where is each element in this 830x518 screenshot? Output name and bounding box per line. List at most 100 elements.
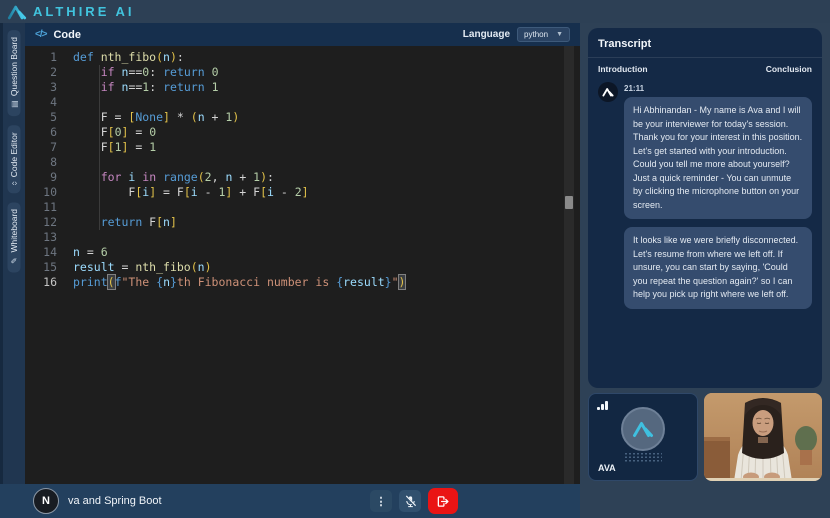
althire-mark-icon (633, 422, 653, 437)
bottom-control-bar: N va and Spring Boot ⋮ (0, 484, 580, 518)
line-number: 4 (50, 95, 57, 109)
ava-tile-label: AVA (598, 463, 616, 473)
editor-scrollbar-thumb[interactable] (565, 196, 573, 209)
code-line[interactable]: 9 for i in range(2, n + 1): (25, 170, 580, 185)
ava-avatar-circle (621, 407, 665, 451)
transcript-message: Hi Abhinandan - My name is Ava and I wil… (624, 97, 812, 219)
code-editor-icon: ‹› (11, 178, 17, 188)
code-line[interactable]: 10 F[i] = F[i - 1] + F[i - 2] (25, 185, 580, 200)
code-line[interactable]: 16 print(f"The {n}th Fibonacci number is … (25, 275, 580, 290)
transcript-card: Transcript Introduction Conclusion 21:11 (588, 28, 822, 388)
code-editor[interactable]: 1 def nth_fibo(n): 2 if n==0: return 03 if… (25, 46, 580, 484)
leave-session-button[interactable] (428, 488, 458, 514)
language-select[interactable]: python ▼ (517, 27, 570, 42)
code-line[interactable]: 2 if n==0: return 0 (25, 65, 580, 80)
code-text: F[i] = F[i - 1] + F[i - 2] (73, 185, 309, 199)
video-tiles-row: AVA (588, 393, 822, 481)
code-panel: </> Code Language python ▼ 1 def nth_fib… (25, 23, 580, 484)
session-title: va and Spring Boot (68, 495, 162, 507)
althire-mark-icon (602, 88, 614, 97)
indent-guide (99, 65, 100, 230)
editor-scrollbar[interactable] (564, 46, 574, 484)
leave-icon (437, 495, 449, 507)
code-line[interactable]: 15 result = nth_fibo(n) (25, 260, 580, 275)
right-panel: Transcript Introduction Conclusion 21:11 (580, 23, 830, 518)
line-number: 16 (43, 275, 57, 289)
code-panel-title: </> Code (35, 29, 81, 41)
sidebar-item-code-editor[interactable]: ‹› Code Editor (7, 125, 21, 194)
code-line[interactable]: 14 n = 6 (25, 245, 580, 260)
code-line[interactable]: 8 (25, 155, 580, 170)
code-line[interactable]: 13 (25, 230, 580, 245)
sidebar-item-label: Whiteboard (8, 209, 19, 253)
code-line[interactable]: 6 F[0] = 0 (25, 125, 580, 140)
line-number: 9 (50, 170, 57, 184)
message-group: 21:11 Hi Abhinandan - My name is Ava and… (598, 82, 812, 309)
code-line[interactable]: 12 return F[n] (25, 215, 580, 230)
line-number: 10 (43, 185, 57, 199)
code-text: if n==0: return 0 (100, 65, 219, 79)
code-text: F[0] = 0 (73, 125, 157, 139)
app-window: ALTHIRE AI ▤ Question Board ‹› Code Edit… (0, 0, 830, 518)
language-label: Language (462, 29, 511, 40)
left-tab-rail: ▤ Question Board ‹› Code Editor ✎ Whiteb… (0, 23, 25, 484)
line-number: 13 (43, 230, 57, 244)
code-line[interactable]: 4 (25, 95, 580, 110)
code-text: def nth_fibo(n): (73, 50, 184, 64)
brand: ALTHIRE AI (7, 4, 135, 20)
code-text: print(f"The {n}th Fibonacci number is {r… (73, 275, 406, 289)
code-text: F[1] = 1 (73, 140, 157, 154)
user-avatar: N (33, 488, 59, 514)
sidebar-item-whiteboard[interactable]: ✎ Whiteboard (7, 202, 21, 273)
sidebar-item-question-board[interactable]: ▤ Question Board (7, 30, 21, 117)
line-number: 11 (43, 200, 57, 214)
sidebar-item-label: Code Editor (8, 132, 19, 177)
code-text: F = [None] * (n + 1) (73, 110, 240, 124)
line-number: 8 (50, 155, 57, 169)
webcam-video-tile[interactable] (704, 393, 822, 481)
ava-video-tile[interactable]: AVA (588, 393, 698, 481)
chevron-down-icon: ▼ (556, 31, 563, 38)
code-line[interactable]: 11 (25, 200, 580, 215)
code-text: return F[n] (100, 215, 177, 229)
code-panel-title-label: Code (53, 28, 81, 41)
stage-introduction: Introduction (598, 64, 648, 74)
stage-conclusion: Conclusion (765, 64, 812, 74)
transcript-title: Transcript (598, 38, 652, 50)
code-line[interactable]: 5 F = [None] * (n + 1) (25, 110, 580, 125)
brand-name: ALTHIRE AI (33, 4, 135, 19)
transcript-message: It looks like we were briefly disconnect… (624, 227, 812, 309)
code-text: if n==1: return 1 (100, 80, 219, 94)
language-select-value: python (524, 30, 549, 39)
line-number: 2 (50, 65, 57, 79)
sidebar-item-label: Question Board (8, 37, 19, 97)
code-line[interactable]: 1 def nth_fibo(n): (25, 50, 580, 65)
audio-dots-decoration (624, 452, 662, 463)
webcam-feed-image (704, 393, 822, 481)
message-timestamp: 21:11 (624, 84, 645, 93)
more-options-button[interactable]: ⋮ (370, 490, 392, 512)
code-text: for i in range(2, n + 1): (100, 170, 274, 184)
board-icon: ▤ (9, 99, 19, 109)
signal-bars-icon (597, 401, 608, 410)
line-number: 5 (50, 110, 57, 124)
stage-row: Introduction Conclusion (598, 58, 812, 82)
line-number: 15 (43, 260, 57, 274)
code-icon: </> (35, 29, 48, 40)
code-line[interactable]: 7 F[1] = 1 (25, 140, 580, 155)
code-panel-header: </> Code Language python ▼ (25, 23, 580, 46)
pen-icon: ✎ (9, 256, 19, 266)
mic-toggle-button[interactable] (399, 490, 421, 512)
kebab-icon: ⋮ (375, 495, 387, 508)
line-number: 14 (43, 245, 57, 259)
code-line[interactable]: 3 if n==1: return 1 (25, 80, 580, 95)
ava-avatar (598, 82, 618, 102)
mic-off-icon (404, 495, 416, 507)
line-number: 12 (43, 215, 57, 229)
line-number: 1 (50, 50, 57, 64)
code-text: n = 6 (73, 245, 108, 259)
